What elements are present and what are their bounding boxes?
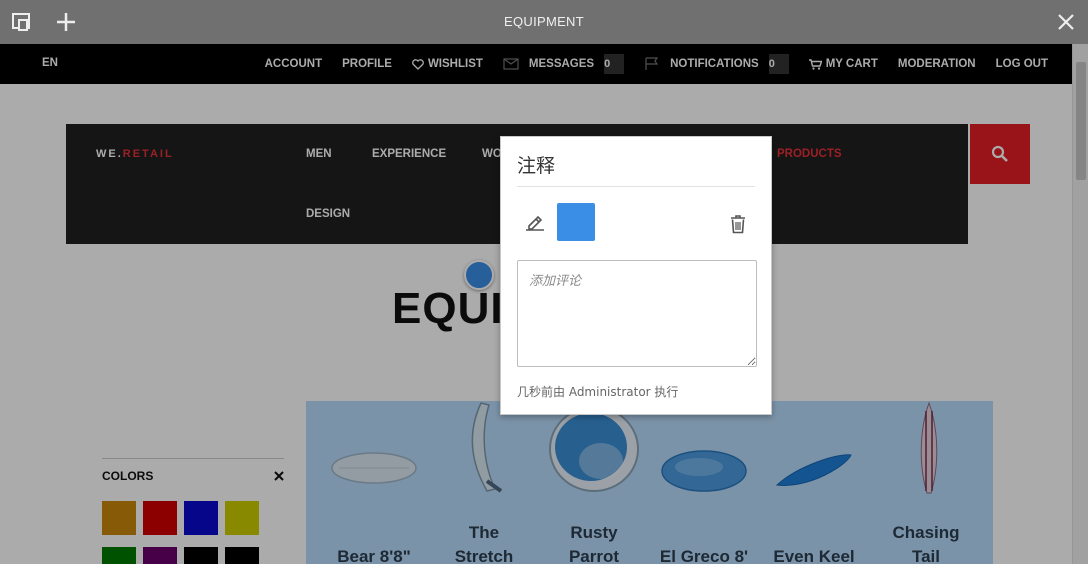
annotation-color-swatch[interactable] [557, 203, 595, 241]
annotation-meta: 几秒前由 Administrator 执行 [517, 385, 679, 399]
annotation-popover: 注释 几秒前由 Administrator 执行 [500, 136, 772, 415]
pen-icon [526, 215, 544, 231]
editor-title: EQUIPMENT [504, 14, 584, 29]
delete-button[interactable] [729, 214, 747, 239]
draw-button[interactable] [525, 213, 545, 236]
trash-icon [731, 215, 745, 234]
editor-toolbar: EQUIPMENT [0, 0, 1088, 44]
comment-input[interactable] [517, 260, 757, 367]
annotation-divider [517, 186, 755, 187]
close-icon[interactable] [1054, 10, 1078, 34]
annotation-title: 注释 [517, 156, 556, 177]
